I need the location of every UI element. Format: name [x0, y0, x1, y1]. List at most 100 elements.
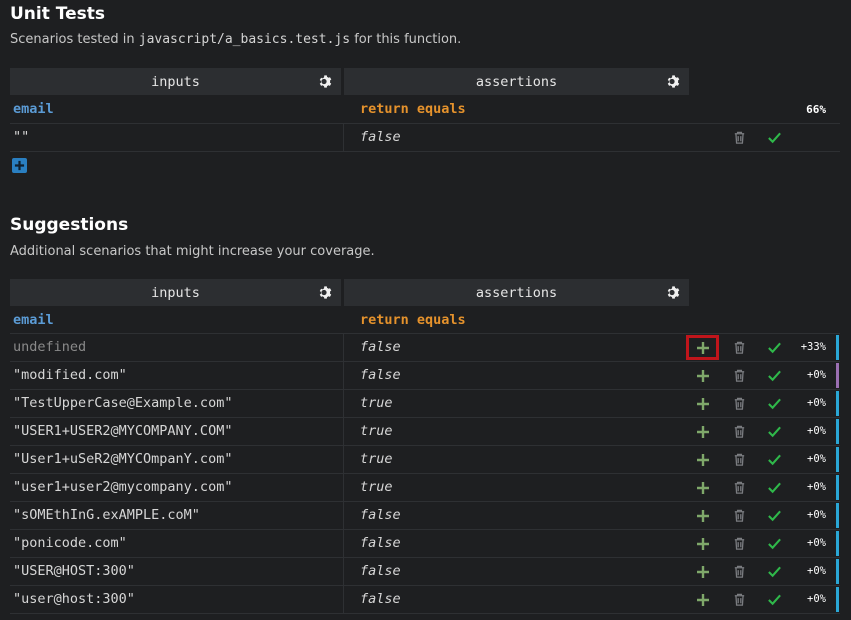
description-suffix: for this function. [350, 32, 462, 47]
suggestion-row: "modified.com" false +0% [10, 362, 840, 390]
unit-tests-table: inputs assertions email return equals 66… [10, 68, 840, 152]
add-suggestion-button[interactable] [686, 531, 719, 556]
add-suggestion-button[interactable] [686, 475, 719, 500]
plus-icon [696, 565, 709, 578]
plus-icon [696, 425, 709, 438]
coverage-bar [836, 559, 839, 584]
plus-icon [696, 453, 709, 466]
output-value[interactable]: false [360, 586, 401, 613]
coverage-bar [836, 503, 839, 528]
suggestion-row: "ponicode.com" false +0% [10, 530, 840, 558]
check-icon[interactable] [767, 368, 782, 383]
plus-icon [696, 397, 709, 410]
trash-icon[interactable] [732, 480, 747, 495]
check-icon[interactable] [767, 564, 782, 579]
input-value[interactable]: "User1+uSeR2@MYCOmpanY.com" [13, 446, 232, 473]
trash-icon[interactable] [732, 508, 747, 523]
column-divider [343, 474, 344, 501]
column-divider [343, 530, 344, 557]
trash-icon[interactable] [732, 592, 747, 607]
check-icon[interactable] [767, 536, 782, 551]
input-value[interactable]: "USER1+USER2@MYCOMPANY.COM" [13, 418, 232, 445]
coverage-bar [836, 447, 839, 472]
column-divider [343, 334, 344, 361]
output-value[interactable]: true [360, 390, 393, 417]
input-value[interactable]: "sOMEthInG.exAMPLE.coM" [13, 502, 200, 529]
column-divider [343, 446, 344, 473]
trash-icon[interactable] [732, 564, 747, 579]
input-value[interactable]: "modified.com" [13, 362, 127, 389]
output-value[interactable]: true [360, 418, 393, 445]
output-value[interactable]: false [360, 530, 401, 557]
output-value[interactable]: false [360, 124, 401, 151]
check-icon[interactable] [767, 480, 782, 495]
output-value[interactable]: false [360, 558, 401, 585]
gear-icon[interactable] [666, 74, 681, 89]
coverage-delta: +0% [807, 397, 826, 409]
gear-icon[interactable] [666, 285, 681, 300]
plus-icon [696, 481, 709, 494]
output-value[interactable]: true [360, 446, 393, 473]
assertions-header-label: assertions [475, 73, 558, 90]
coverage-bar [836, 335, 839, 360]
coverage-delta: +0% [807, 369, 826, 381]
output-value[interactable]: false [360, 502, 401, 529]
trash-icon[interactable] [732, 368, 747, 383]
output-value[interactable]: false [360, 362, 401, 389]
suggestion-row: "sOMEthInG.exAMPLE.coM" false +0% [10, 502, 840, 530]
trash-icon[interactable] [732, 536, 747, 551]
check-icon[interactable] [767, 452, 782, 467]
input-value[interactable]: "user1+user2@mycompany.com" [13, 474, 232, 501]
output-value[interactable]: true [360, 474, 393, 501]
add-suggestion-button[interactable] [686, 447, 719, 472]
add-suggestion-button[interactable] [686, 419, 719, 444]
check-icon[interactable] [767, 130, 782, 145]
column-divider [343, 502, 344, 529]
input-value[interactable]: undefined [13, 334, 86, 361]
trash-icon[interactable] [732, 396, 747, 411]
plus-icon [696, 341, 709, 354]
coverage-bar [836, 391, 839, 416]
table-key-row: email return equals [10, 307, 840, 334]
add-scenario-button[interactable] [12, 158, 27, 173]
check-icon[interactable] [767, 508, 782, 523]
suggestion-row: "USER@HOST:300" false +0% [10, 558, 840, 586]
input-value[interactable]: "USER@HOST:300" [13, 558, 135, 585]
coverage-delta: +0% [807, 593, 826, 605]
trash-icon[interactable] [732, 130, 747, 145]
coverage-percent: 66% [806, 103, 826, 116]
assertion-key: return equals [360, 312, 466, 328]
add-suggestion-button[interactable] [686, 559, 719, 584]
suggestion-row: "User1+uSeR2@MYCOmpanY.com" true +0% [10, 446, 840, 474]
suggestion-row: undefined false +33% [10, 334, 840, 362]
trash-icon[interactable] [732, 424, 747, 439]
coverage-delta: +0% [807, 565, 826, 577]
column-divider [343, 586, 344, 613]
trash-icon[interactable] [732, 452, 747, 467]
trash-icon[interactable] [732, 340, 747, 355]
input-value[interactable]: "ponicode.com" [13, 530, 127, 557]
column-divider [343, 418, 344, 445]
gear-icon[interactable] [318, 74, 333, 89]
add-suggestion-button[interactable] [686, 587, 719, 612]
output-value[interactable]: false [360, 334, 401, 361]
inputs-header: inputs [10, 68, 341, 95]
input-value[interactable]: "" [13, 124, 29, 151]
column-divider [343, 558, 344, 585]
gear-icon[interactable] [318, 285, 333, 300]
add-suggestion-button[interactable] [686, 391, 719, 416]
check-icon[interactable] [767, 396, 782, 411]
coverage-bar [836, 531, 839, 556]
add-suggestion-button[interactable] [686, 335, 719, 360]
inputs-header: inputs [10, 279, 341, 306]
add-suggestion-button[interactable] [686, 503, 719, 528]
input-value[interactable]: "TestUpperCase@Example.com" [13, 390, 232, 417]
check-icon[interactable] [767, 340, 782, 355]
assertions-header: assertions [344, 279, 689, 306]
check-icon[interactable] [767, 592, 782, 607]
add-suggestion-button[interactable] [686, 363, 719, 388]
input-value[interactable]: "user@host:300" [13, 586, 135, 613]
input-key-email: email [13, 312, 54, 328]
check-icon[interactable] [767, 424, 782, 439]
coverage-bar [836, 363, 839, 388]
